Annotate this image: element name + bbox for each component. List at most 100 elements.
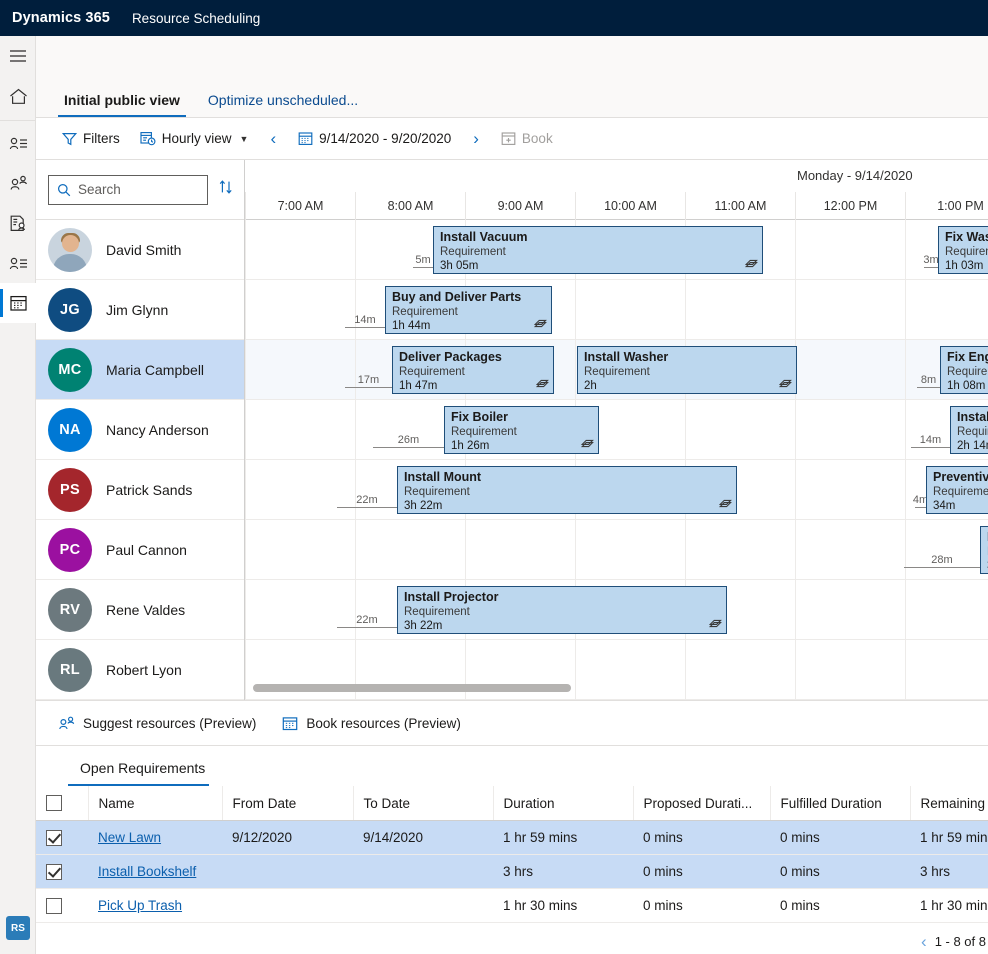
table-row[interactable]: Pick Up Trash1 hr 30 mins0 mins0 mins1 h… — [36, 889, 988, 923]
timeline-cell[interactable] — [245, 580, 355, 639]
table-row[interactable]: Install Bookshelf3 hrs0 mins0 mins3 hrs — [36, 855, 988, 889]
timeline-cell[interactable] — [685, 400, 795, 459]
row-select-cell[interactable] — [36, 821, 88, 855]
timeline-cell[interactable] — [795, 520, 905, 579]
booking-card[interactable]: Fix EngineRequirement1h 08m — [940, 346, 988, 394]
tab-initial-public-view[interactable]: Initial public view — [50, 82, 194, 117]
booking-card[interactable]: Install VacuumRequirement3h 05m — [433, 226, 763, 274]
booking-card[interactable]: InspectRequirement3h — [980, 526, 988, 574]
timeline-cell[interactable] — [245, 400, 355, 459]
resource-row[interactable]: RLRobert Lyon — [36, 640, 244, 700]
row-checkbox[interactable] — [46, 898, 62, 914]
cell-name[interactable]: Install Bookshelf — [88, 855, 222, 889]
cell-name[interactable]: New Lawn — [88, 821, 222, 855]
timeline-cell[interactable] — [575, 280, 685, 339]
resource-row[interactable]: MCMaria Campbell — [36, 340, 244, 400]
row-select-cell[interactable] — [36, 855, 88, 889]
table-row[interactable]: New Lawn9/12/20209/14/20201 hr 59 mins0 … — [36, 821, 988, 855]
timeline-row[interactable]: 22mInstall ProjectorRequirement3h 22m — [245, 580, 988, 640]
timeline-row[interactable]: 26mFix BoilerRequirement1h 26m14mInstall… — [245, 400, 988, 460]
requirement-link[interactable]: Pick Up Trash — [98, 898, 182, 913]
timeline-cell[interactable] — [245, 220, 355, 279]
column-header-remaining-duration[interactable]: Remaining Duration — [910, 786, 988, 821]
resource-row[interactable]: JGJim Glynn — [36, 280, 244, 340]
booking-card[interactable]: Install ProjectorRequirement3h 22m — [397, 586, 727, 634]
timeline-cell[interactable] — [795, 400, 905, 459]
timeline-cell[interactable] — [245, 520, 355, 579]
timeline-cell[interactable] — [685, 280, 795, 339]
column-header-duration[interactable]: Duration — [493, 786, 633, 821]
tab-open-requirements[interactable]: Open Requirements — [68, 756, 217, 786]
suggest-resources-button[interactable]: Suggest resources (Preview) — [58, 716, 256, 731]
timeline-cell[interactable] — [245, 280, 355, 339]
timeline-cell[interactable] — [905, 280, 988, 339]
requirement-link[interactable]: New Lawn — [98, 830, 161, 845]
timeline-cell[interactable] — [245, 340, 355, 399]
scrollbar-thumb[interactable] — [253, 684, 571, 692]
column-header-name[interactable]: Name — [88, 786, 222, 821]
resource-row[interactable]: RVRene Valdes — [36, 580, 244, 640]
cell-from-date: 9/12/2020 — [222, 821, 353, 855]
requirement-link[interactable]: Install Bookshelf — [98, 864, 196, 879]
timeline-cell[interactable] — [465, 520, 575, 579]
timeline-row[interactable]: 22mInstall MountRequirement3h 22m4mPreve… — [245, 460, 988, 520]
select-all-checkbox[interactable] — [46, 795, 62, 811]
resource-row[interactable]: PCPaul Cannon — [36, 520, 244, 580]
booking-card[interactable]: Fix BoilerRequirement1h 26m — [444, 406, 599, 454]
timeline-row[interactable]: 17mDeliver PackagesRequirement1h 47mInst… — [245, 340, 988, 400]
home-icon[interactable] — [0, 76, 36, 116]
resource-row[interactable]: NANancy Anderson — [36, 400, 244, 460]
timeline-cell[interactable] — [795, 340, 905, 399]
next-period-button[interactable]: › — [463, 126, 489, 151]
booking-card[interactable]: Install WasherRequirement2h — [577, 346, 797, 394]
booking-card[interactable]: Buy and Deliver PartsRequirement1h 44m — [385, 286, 552, 334]
user-avatar[interactable]: RS — [6, 916, 30, 940]
row-checkbox[interactable] — [46, 830, 62, 846]
select-all-header[interactable] — [36, 786, 88, 821]
view-selector[interactable]: Hourly view ▼ — [132, 126, 257, 151]
booking-card[interactable]: Deliver PackagesRequirement1h 47m — [392, 346, 554, 394]
book-button[interactable]: Book — [493, 126, 561, 151]
report-icon[interactable] — [0, 203, 36, 243]
row-select-cell[interactable] — [36, 889, 88, 923]
booking-card[interactable]: Fix WasherRequirement1h 03m — [938, 226, 988, 274]
tab-optimize-unscheduled[interactable]: Optimize unscheduled... — [194, 82, 372, 117]
search-input[interactable]: Search — [48, 175, 208, 205]
row-checkbox[interactable] — [46, 864, 62, 880]
timeline-cell[interactable] — [905, 580, 988, 639]
timeline-row[interactable]: 14mBuy and Deliver PartsRequirement1h 44… — [245, 280, 988, 340]
column-header-from-date[interactable]: From Date — [222, 786, 353, 821]
timeline-cell[interactable] — [795, 280, 905, 339]
date-range-picker[interactable]: 9/14/2020 - 9/20/2020 — [290, 126, 459, 151]
resource-row[interactable]: PSPatrick Sands — [36, 460, 244, 520]
timeline-cell[interactable] — [905, 520, 988, 579]
timeline-cell[interactable] — [795, 220, 905, 279]
timeline-cell[interactable] — [575, 520, 685, 579]
column-header-fulfilled-duration[interactable]: Fulfilled Duration — [770, 786, 910, 821]
timeline-cell[interactable] — [685, 520, 795, 579]
column-header-to-date[interactable]: To Date — [353, 786, 493, 821]
timeline-cell[interactable] — [245, 460, 355, 519]
booking-card[interactable]: PreventiveRequirement34m — [926, 466, 988, 514]
page-prev-button[interactable]: ‹ — [921, 933, 927, 950]
book-resources-button[interactable]: Book resources (Preview) — [282, 716, 461, 731]
timeline-row[interactable]: 28mInspectRequirement3h — [245, 520, 988, 580]
booking-card[interactable]: Install LampRequirement2h 14m — [950, 406, 988, 454]
list-icon[interactable] — [0, 243, 36, 283]
menu-icon[interactable] — [0, 36, 36, 76]
timeline-cell[interactable] — [795, 580, 905, 639]
calendar-icon[interactable] — [0, 283, 36, 323]
column-header-proposed-duration[interactable]: Proposed Durati... — [633, 786, 770, 821]
prev-period-button[interactable]: ‹ — [260, 126, 286, 151]
timeline-hscrollbar[interactable] — [245, 684, 988, 692]
filters-button[interactable]: Filters — [54, 126, 128, 151]
sort-button[interactable] — [216, 177, 236, 202]
recent-icon[interactable] — [0, 123, 36, 163]
timeline-row[interactable]: 5mInstall VacuumRequirement3h 05m3mFix W… — [245, 220, 988, 280]
people-icon[interactable] — [0, 163, 36, 203]
resource-row[interactable]: David Smith — [36, 220, 244, 280]
timeline-cell[interactable] — [355, 520, 465, 579]
cell-name[interactable]: Pick Up Trash — [88, 889, 222, 923]
timeline-cell[interactable] — [795, 460, 905, 519]
booking-card[interactable]: Install MountRequirement3h 22m — [397, 466, 737, 514]
